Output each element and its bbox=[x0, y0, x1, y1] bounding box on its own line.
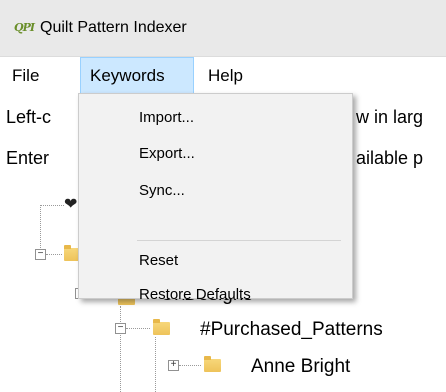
menu-file[interactable]: File bbox=[4, 57, 47, 94]
tree-node-purchased-patterns[interactable]: #Purchased_Patterns bbox=[200, 318, 383, 342]
menu-item-reset[interactable]: Reset bbox=[139, 251, 178, 271]
instruction-line-1-start: Left-c bbox=[6, 107, 52, 127]
heart-icon: ❤ bbox=[64, 196, 78, 213]
menu-separator bbox=[137, 240, 341, 241]
menu-bar: File Keywords Help bbox=[0, 57, 446, 94]
instruction-line-2-end: ailable p bbox=[356, 148, 424, 168]
collapse-toggle[interactable]: − bbox=[115, 323, 126, 334]
menu-item-restore-defaults[interactable]: Restore Defaults bbox=[139, 285, 251, 305]
tree-connector bbox=[40, 205, 64, 206]
collapse-toggle[interactable]: − bbox=[35, 249, 46, 260]
menu-help[interactable]: Help bbox=[200, 57, 251, 94]
window-title: Quilt Pattern Indexer bbox=[40, 19, 187, 36]
tree-connector bbox=[179, 365, 201, 366]
menu-item-import[interactable]: Import... bbox=[139, 108, 194, 128]
tree-connector bbox=[126, 328, 150, 329]
menu-item-export[interactable]: Export... bbox=[139, 144, 195, 164]
title-bar: QPI Quilt Pattern Indexer bbox=[0, 0, 446, 57]
menu-item-sync[interactable]: Sync... bbox=[139, 181, 185, 201]
tree-connector bbox=[46, 254, 62, 255]
instruction-line-1-end: w in larg bbox=[356, 107, 424, 127]
tree-connector bbox=[40, 205, 41, 250]
tree-connector bbox=[120, 306, 121, 392]
tree-node-anne-bright[interactable]: Anne Bright bbox=[251, 355, 350, 379]
keywords-dropdown-menu: Import... Export... Sync... Reset Restor… bbox=[78, 93, 353, 303]
folder-icon bbox=[153, 319, 170, 335]
folder-icon bbox=[204, 356, 221, 372]
tree-connector bbox=[155, 337, 156, 392]
menu-keywords[interactable]: Keywords bbox=[80, 57, 194, 94]
app-icon: QPI bbox=[14, 21, 35, 34]
instruction-line-2-start: Enter bbox=[6, 148, 50, 168]
expand-toggle[interactable]: + bbox=[168, 360, 179, 371]
